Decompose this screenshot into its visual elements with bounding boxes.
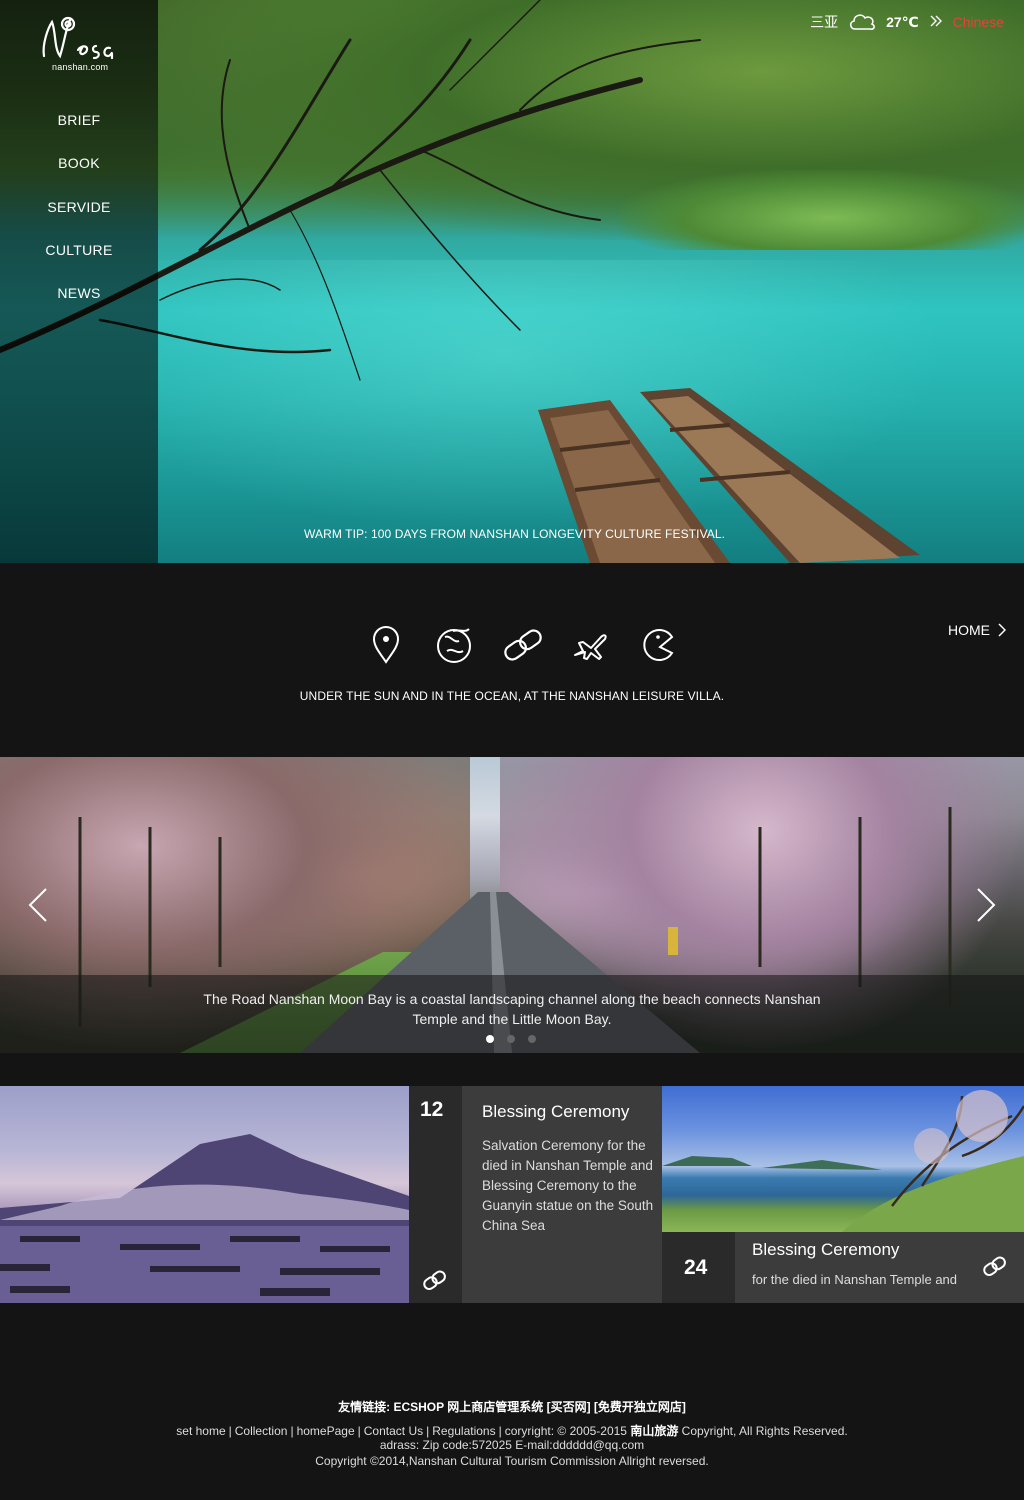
card-title[interactable]: Blessing Ceremony <box>752 1240 899 1260</box>
slider-dots <box>486 1035 536 1043</box>
image-slider: The Road Nanshan Moon Bay is a coastal l… <box>0 757 1024 1053</box>
logo-subtitle: nanshan.com <box>52 62 109 72</box>
hero-banner: nanshan.com BRIEF BOOK SERVIDE CULTURE N… <box>0 0 1024 563</box>
card-text: for the died in Nanshan Temple and <box>752 1272 958 1287</box>
footer-commission: Copyright ©2014,Nanshan Cultural Tourism… <box>315 1454 709 1468</box>
nav-item-label[interactable]: NEWS <box>57 285 100 301</box>
chevron-right-icon <box>998 623 1006 637</box>
side-navigation: nanshan.com BRIEF BOOK SERVIDE CULTURE N… <box>0 0 158 563</box>
footer-address: adrass: Zip code:572025 E-mail:dddddd@qq… <box>379 1438 645 1452</box>
nav-item-brief[interactable]: BRIEF <box>0 108 158 151</box>
friend-links[interactable]: 友情链接: ECSHOP 网上商店管理系统 [买否网] [免费开独立网店] <box>0 1398 1024 1415</box>
footer-link-homepage[interactable]: homePage <box>297 1424 355 1438</box>
card-text: Salvation Ceremony for the died in Nansh… <box>482 1138 654 1233</box>
link-icon[interactable] <box>499 624 545 666</box>
temperature: 27℃ <box>886 13 919 30</box>
copyright-suffix: Copyright, All Rights Reserved. <box>678 1424 848 1438</box>
slider-dot[interactable] <box>528 1035 536 1043</box>
site-logo[interactable]: nanshan.com <box>38 14 118 76</box>
event-cards: 12 Blessing Ceremony Salvation Ceremony … <box>0 1086 1024 1303</box>
card-image-lake[interactable] <box>662 1086 1024 1232</box>
double-chevron-right-icon[interactable] <box>929 14 943 31</box>
nav-item-label[interactable]: CULTURE <box>45 242 112 258</box>
footer-links-row: set home | Collection | homePage | Contact Us |… <box>176 1424 848 1438</box>
nav-item-news[interactable]: NEWS <box>0 281 158 324</box>
card-date: 24 <box>684 1256 708 1279</box>
card-body[interactable]: Blessing Ceremony Salvation Ceremony for… <box>462 1086 662 1303</box>
top-bar: 三亚 27℃ Chinese <box>810 8 1004 36</box>
nav-item-label[interactable]: BOOK <box>58 155 100 171</box>
feature-icons <box>363 624 681 666</box>
copyright-text: coryright: © 2005-2015 <box>504 1424 631 1438</box>
nav-item-label[interactable]: SERVIDE <box>47 199 110 215</box>
main-nav-list: BRIEF BOOK SERVIDE CULTURE NEWS <box>0 108 158 324</box>
footer-link-collection[interactable]: Collection <box>235 1424 288 1438</box>
link-icon[interactable] <box>981 1254 1009 1283</box>
nav-item-label[interactable]: BRIEF <box>58 112 101 128</box>
slider-prev-button[interactable] <box>26 887 50 923</box>
link-icon[interactable] <box>421 1268 449 1297</box>
card-title[interactable]: Blessing Ceremony <box>482 1102 629 1122</box>
nav-item-servide[interactable]: SERVIDE <box>0 195 158 238</box>
card-date-column: 24 <box>662 1232 735 1303</box>
chevron-left-icon <box>28 888 47 922</box>
site-footer: 友情链接: ECSHOP 网上商店管理系统 [买否网] [免费开独立网店] se… <box>0 1303 1024 1500</box>
card-body[interactable]: Blessing Ceremony for the died in Nansha… <box>735 1232 1024 1303</box>
brand-name: 南山旅游 <box>630 1424 679 1438</box>
card-image-volcano[interactable] <box>0 1086 409 1303</box>
location-pin-icon[interactable] <box>363 624 409 666</box>
home-label[interactable]: HOME <box>948 622 990 638</box>
logo-mark-icon <box>42 16 114 60</box>
footer-link-set-home[interactable]: set home <box>176 1424 225 1438</box>
footer-link-regulations[interactable]: Regulations <box>432 1424 495 1438</box>
warm-tip-text: WARM TIP: 100 DAYS FROM NANSHAN LONGEVIT… <box>304 527 726 541</box>
city-name[interactable]: 三亚 <box>810 12 838 32</box>
card-date: 12 <box>420 1098 444 1121</box>
chevron-right-icon <box>977 888 996 922</box>
home-link[interactable]: HOME <box>948 622 1006 638</box>
airplane-icon[interactable] <box>567 624 613 666</box>
footer-link-contact[interactable]: Contact Us <box>364 1424 423 1438</box>
card-date-column: 12 <box>409 1086 462 1303</box>
pacman-icon[interactable] <box>635 624 681 666</box>
tagline: UNDER THE SUN AND IN THE OCEAN, AT THE N… <box>299 689 725 703</box>
planet-icon[interactable] <box>431 624 477 666</box>
slider-dot[interactable] <box>486 1035 494 1043</box>
slider-caption: The Road Nanshan Moon Bay is a coastal l… <box>203 991 821 1027</box>
language-switch[interactable]: Chinese <box>953 14 1004 30</box>
slider-dot[interactable] <box>507 1035 515 1043</box>
cloud-icon <box>848 10 876 35</box>
nav-item-book[interactable]: BOOK <box>0 151 158 194</box>
nav-item-culture[interactable]: CULTURE <box>0 238 158 281</box>
slider-next-button[interactable] <box>974 887 998 923</box>
